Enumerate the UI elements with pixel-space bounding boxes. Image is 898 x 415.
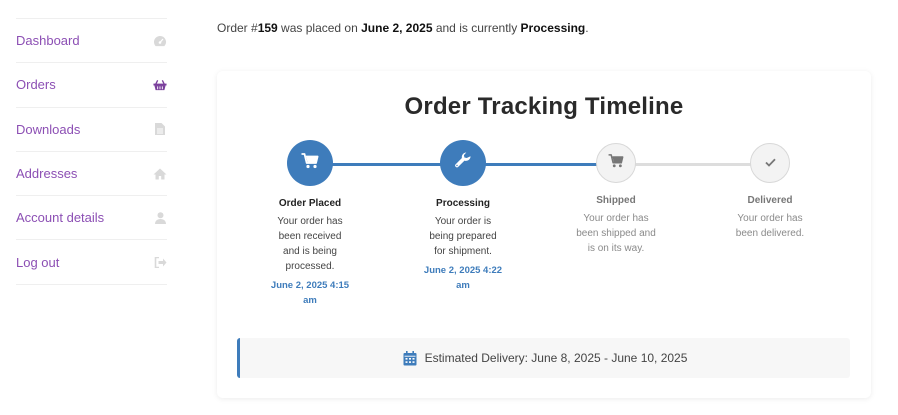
account-navigation: Dashboard Orders Downloads Addresses Acc… <box>16 18 167 285</box>
step-circle <box>287 140 333 186</box>
file-icon <box>153 122 167 136</box>
step-label: Order Placed <box>278 198 342 209</box>
nav-item-label: Log out <box>16 254 60 270</box>
basket-icon <box>153 78 167 92</box>
summary-text: and is currently <box>432 21 521 35</box>
timeline-step-order-placed: Order Placed Your order has been receive… <box>250 140 370 308</box>
summary-prefix: Order # <box>217 21 258 35</box>
step-date: June 2, 2025 4:22 am <box>423 265 503 291</box>
step-description: Your order has been delivered. <box>735 213 805 239</box>
nav-item-label: Dashboard <box>16 33 80 49</box>
timeline-step-processing: Processing Your order is being prepared … <box>403 140 523 293</box>
home-icon <box>153 167 167 181</box>
estimated-delivery-text: Estimated Delivery: June 8, 2025 - June … <box>424 351 688 365</box>
step-description: Your order is being prepared for shipmen… <box>429 216 497 257</box>
wrench-icon <box>454 151 472 175</box>
step-label: Shipped <box>596 195 636 206</box>
nav-item-downloads[interactable]: Downloads <box>16 108 167 152</box>
estimated-delivery-banner: Estimated Delivery: June 8, 2025 - June … <box>237 338 850 378</box>
summary-text: was placed on <box>277 21 362 35</box>
step-description: Your order has been received and is bein… <box>277 216 343 272</box>
user-icon <box>153 211 167 225</box>
order-status: Processing <box>520 21 586 35</box>
step-description: Your order has been shipped and is on it… <box>576 213 656 254</box>
cart-icon <box>608 153 624 173</box>
nav-item-log-out[interactable]: Log out <box>16 240 167 285</box>
nav-item-label: Addresses <box>16 166 78 182</box>
order-summary: Order #159 was placed on June 2, 2025 an… <box>217 21 589 35</box>
nav-item-label: Downloads <box>16 121 81 137</box>
step-date: June 2, 2025 4:15 am <box>270 280 350 306</box>
nav-item-orders[interactable]: Orders <box>16 63 167 108</box>
nav-item-dashboard[interactable]: Dashboard <box>16 19 167 64</box>
dashboard-gauge-icon <box>153 34 167 48</box>
timeline-step-delivered: Delivered Your order has been delivered. <box>710 140 830 241</box>
step-label: Delivered <box>747 195 793 206</box>
step-label: Processing <box>436 198 490 209</box>
order-date: June 2, 2025 <box>361 21 433 35</box>
calendar-icon <box>403 350 417 366</box>
step-circle <box>750 143 790 183</box>
order-number: 159 <box>257 21 278 35</box>
cart-icon <box>301 152 319 174</box>
timeline-step-shipped: Shipped Your order has been shipped and … <box>556 140 676 256</box>
sign-out-icon <box>153 255 167 269</box>
summary-suffix: . <box>585 21 589 35</box>
nav-item-addresses[interactable]: Addresses <box>16 152 167 197</box>
step-circle <box>596 143 636 183</box>
order-tracking-card: Order Tracking Timeline Order Placed You… <box>217 71 871 398</box>
nav-item-account-details[interactable]: Account details <box>16 196 167 241</box>
card-title: Order Tracking Timeline <box>404 93 684 120</box>
nav-item-label: Account details <box>16 210 105 226</box>
step-circle <box>440 140 486 186</box>
nav-item-label: Orders <box>16 77 56 93</box>
check-icon <box>764 154 776 172</box>
